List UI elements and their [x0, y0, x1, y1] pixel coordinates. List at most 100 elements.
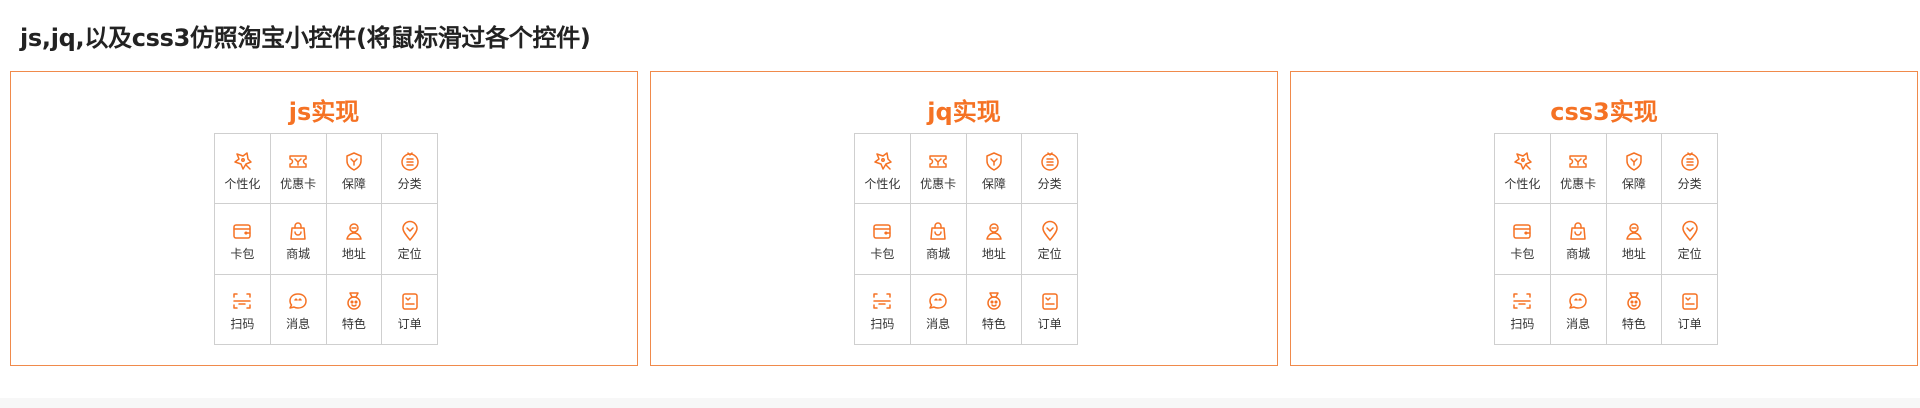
widget-item[interactable]: 定位 — [1022, 204, 1078, 275]
widget-item[interactable]: 优惠卡 — [1550, 134, 1607, 205]
category-icon — [1679, 150, 1701, 172]
medal-icon — [983, 290, 1005, 312]
personalize-icon — [231, 150, 253, 172]
shield-icon — [343, 150, 365, 172]
panel-jq: jq实现 个性化 优惠卡 保障 分类卡包 商城 地址 定位扫码 消息 特色 订单 — [650, 71, 1278, 366]
widget-item-label: 订单 — [1677, 317, 1702, 332]
widget-grid: 个性化 优惠卡 保障 分类卡包 商城 地址 定位扫码 消息 特色 订单 — [854, 133, 1078, 345]
widget-item[interactable]: 特色 — [326, 274, 383, 345]
widget-item[interactable]: 保障 — [966, 134, 1023, 205]
widget-item[interactable]: 特色 — [1606, 274, 1663, 345]
personalize-icon — [1511, 150, 1533, 172]
widget-item-label: 优惠卡 — [1560, 176, 1597, 191]
widget-item[interactable]: 扫码 — [855, 274, 911, 345]
widget-item-label: 商城 — [1566, 246, 1591, 261]
widget-item-label: 优惠卡 — [280, 176, 317, 191]
widget-item[interactable]: 个性化 — [1495, 134, 1551, 205]
widget-item-label: 保障 — [341, 176, 366, 191]
widget-item[interactable]: 商城 — [1550, 204, 1607, 275]
widget-item-label: 个性化 — [864, 176, 901, 191]
widget-item-label: 消息 — [1566, 317, 1591, 332]
scan-icon — [871, 290, 893, 312]
panel-title: jq实现 — [927, 98, 1001, 126]
medal-icon — [1623, 290, 1645, 312]
order-icon — [1679, 290, 1701, 312]
widget-item[interactable]: 订单 — [1662, 274, 1718, 345]
widget-item-label: 卡包 — [1510, 246, 1535, 261]
widget-item[interactable]: 消息 — [910, 274, 967, 345]
widget-item[interactable]: 分类 — [1662, 134, 1718, 205]
widget-item-label: 地址 — [981, 246, 1006, 261]
widget-item-label: 定位 — [1037, 246, 1062, 261]
address-icon — [343, 220, 365, 242]
shopping-bag-icon — [927, 220, 949, 242]
widget-item-label: 商城 — [926, 246, 951, 261]
widget-item[interactable]: 地址 — [1606, 204, 1663, 275]
widget-item-label: 保障 — [1621, 176, 1646, 191]
shield-icon — [1623, 150, 1645, 172]
widget-item-label: 扫码 — [870, 317, 895, 332]
widget-item-label: 卡包 — [870, 246, 895, 261]
location-icon — [1679, 220, 1701, 242]
widget-grid: 个性化 优惠卡 保障 分类卡包 商城 地址 定位扫码 消息 特色 订单 — [214, 133, 438, 345]
widget-item[interactable]: 订单 — [1022, 274, 1078, 345]
widget-item[interactable]: 个性化 — [855, 134, 911, 205]
widget-item[interactable]: 保障 — [1606, 134, 1663, 205]
widget-item-label: 定位 — [397, 246, 422, 261]
medal-icon — [343, 290, 365, 312]
order-icon — [1039, 290, 1061, 312]
shopping-bag-icon — [1567, 220, 1589, 242]
widget-item-label: 特色 — [981, 317, 1006, 332]
page-title: js,jq,以及css3仿照淘宝小控件(将鼠标滑过各个控件) — [20, 24, 591, 52]
widget-item[interactable]: 消息 — [1550, 274, 1607, 345]
wallet-icon — [1511, 220, 1533, 242]
widget-item[interactable]: 卡包 — [855, 204, 911, 275]
widget-item-label: 扫码 — [1510, 317, 1535, 332]
widget-item[interactable]: 优惠卡 — [910, 134, 967, 205]
widget-item[interactable]: 卡包 — [215, 204, 271, 275]
scan-icon — [1511, 290, 1533, 312]
widget-item[interactable]: 特色 — [966, 274, 1023, 345]
widget-item-label: 定位 — [1677, 246, 1702, 261]
widget-item[interactable]: 商城 — [910, 204, 967, 275]
message-icon — [1567, 290, 1589, 312]
message-icon — [287, 290, 309, 312]
widget-item-label: 分类 — [397, 176, 422, 191]
coupon-icon — [287, 150, 309, 172]
widget-item-label: 特色 — [1621, 317, 1646, 332]
category-icon — [1039, 150, 1061, 172]
widget-item-label: 订单 — [1037, 317, 1062, 332]
widget-item[interactable]: 地址 — [326, 204, 383, 275]
location-icon — [1039, 220, 1061, 242]
address-icon — [983, 220, 1005, 242]
wallet-icon — [231, 220, 253, 242]
widget-item[interactable]: 扫码 — [1495, 274, 1551, 345]
widget-item-label: 个性化 — [224, 176, 261, 191]
widget-item[interactable]: 定位 — [1662, 204, 1718, 275]
page-footer-strip — [0, 398, 1920, 408]
widget-item[interactable]: 订单 — [382, 274, 438, 345]
personalize-icon — [871, 150, 893, 172]
widget-item-label: 订单 — [397, 317, 422, 332]
panel-title: css3实现 — [1550, 98, 1658, 126]
widget-item[interactable]: 商城 — [270, 204, 327, 275]
widget-item[interactable]: 消息 — [270, 274, 327, 345]
widget-item[interactable]: 扫码 — [215, 274, 271, 345]
widget-item-label: 个性化 — [1504, 176, 1541, 191]
shield-icon — [983, 150, 1005, 172]
message-icon — [927, 290, 949, 312]
widget-item-label: 优惠卡 — [920, 176, 957, 191]
widget-item[interactable]: 卡包 — [1495, 204, 1551, 275]
widget-item[interactable]: 分类 — [1022, 134, 1078, 205]
widget-item[interactable]: 保障 — [326, 134, 383, 205]
panel-css3: css3实现 个性化 优惠卡 保障 分类卡包 商城 地址 定位扫码 消息 特色 订单 — [1290, 71, 1918, 366]
location-icon — [399, 220, 421, 242]
widget-item-label: 卡包 — [230, 246, 255, 261]
widget-item[interactable]: 优惠卡 — [270, 134, 327, 205]
category-icon — [399, 150, 421, 172]
widget-item[interactable]: 个性化 — [215, 134, 271, 205]
widget-item[interactable]: 地址 — [966, 204, 1023, 275]
widget-item-label: 消息 — [926, 317, 951, 332]
widget-item[interactable]: 分类 — [382, 134, 438, 205]
widget-item[interactable]: 定位 — [382, 204, 438, 275]
